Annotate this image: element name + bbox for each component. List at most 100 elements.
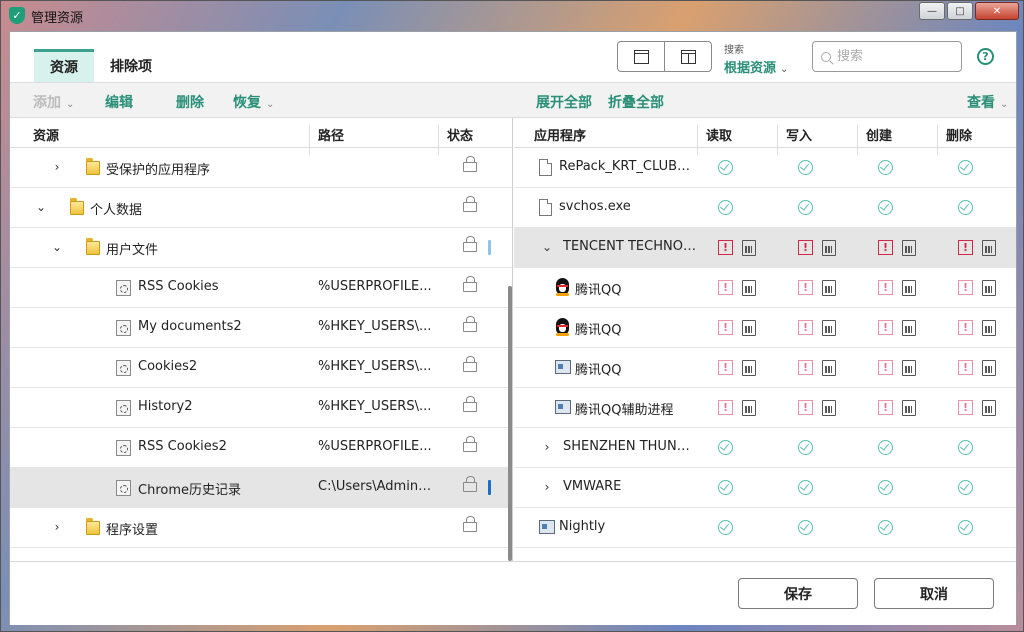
application-row[interactable]: ⌄ TENCENT TECHNOL...!!!! [514,228,1016,268]
statistics-icon[interactable] [902,240,916,256]
allowed-check-icon[interactable] [718,200,733,215]
tab-exclusions[interactable]: 排除项 [94,49,168,82]
column-create[interactable]: 创建 [866,125,892,144]
delete-button[interactable]: 删除 [176,92,204,112]
application-row[interactable]: › SHENZHEN THUND... [514,428,1016,468]
tab-resources[interactable]: 资源 [34,49,94,82]
application-row[interactable]: 腾讯QQ辅助进程!!!! [514,388,1016,428]
allowed-check-icon[interactable] [878,480,893,495]
alert-icon[interactable]: ! [958,240,973,255]
cancel-button[interactable]: 取消 [874,578,994,609]
chevron-right-icon[interactable]: › [50,160,64,174]
allowed-check-icon[interactable] [958,520,973,535]
search-input[interactable] [837,49,947,64]
alert-icon[interactable]: ! [878,320,893,335]
chevron-down-icon[interactable]: ⌄ [34,200,48,214]
resource-row[interactable]: Chrome历史记录 C:\Users\Admini... [10,468,512,508]
alert-icon[interactable]: ! [798,400,813,415]
alert-icon[interactable]: ! [798,320,813,335]
column-delete[interactable]: 删除 [946,125,972,144]
search-scope-dropdown[interactable]: 根据资源 ⌄ [724,57,788,76]
column-read[interactable]: 读取 [706,125,732,144]
alert-icon[interactable]: ! [718,280,733,295]
allowed-check-icon[interactable] [718,160,733,175]
alert-icon[interactable]: ! [958,360,973,375]
edit-button[interactable]: 编辑 [105,92,133,112]
column-application[interactable]: 应用程序 [534,125,586,144]
statistics-icon[interactable] [902,320,916,336]
column-status[interactable]: 状态 [447,125,473,144]
statistics-icon[interactable] [742,320,756,336]
column-path[interactable]: 路径 [318,125,344,144]
allowed-check-icon[interactable] [798,160,813,175]
chevron-right-icon[interactable]: › [540,440,554,454]
resources-scrollbar-thumb[interactable] [508,286,512,561]
add-button[interactable]: 添加 ⌄ [33,92,74,112]
alert-icon[interactable]: ! [798,360,813,375]
alert-icon[interactable]: ! [718,400,733,415]
resource-row[interactable]: › 受保护的应用程序 [10,148,512,188]
statistics-icon[interactable] [982,320,996,336]
allowed-check-icon[interactable] [798,480,813,495]
help-icon[interactable]: ? [977,48,994,65]
close-button[interactable]: ✕ [975,2,1019,20]
alert-icon[interactable]: ! [718,320,733,335]
alert-icon[interactable]: ! [958,280,973,295]
statistics-icon[interactable] [902,280,916,296]
minimize-button[interactable]: — [919,2,945,20]
view-menu-button[interactable]: 查看 ⌄ [967,92,1008,112]
statistics-icon[interactable] [822,280,836,296]
application-row[interactable]: Nightly [514,508,1016,548]
chevron-right-icon[interactable]: › [50,520,64,534]
resource-row[interactable]: RSS Cookies2 %USERPROFILE... [10,428,512,468]
statistics-icon[interactable] [982,240,996,256]
resource-row[interactable]: › 程序设置 [10,508,512,548]
column-resource[interactable]: 资源 [33,125,59,144]
statistics-icon[interactable] [982,280,996,296]
application-row[interactable]: RePack_KRT_CLUB_3.... [514,148,1016,188]
collapse-all-button[interactable]: 折叠全部 [608,92,664,112]
allowed-check-icon[interactable] [878,440,893,455]
allowed-check-icon[interactable] [958,160,973,175]
allowed-check-icon[interactable] [798,440,813,455]
alert-icon[interactable]: ! [878,400,893,415]
title-bar[interactable]: ✓ 管理资源 — □ ✕ [1,1,1024,31]
statistics-icon[interactable] [822,240,836,256]
statistics-icon[interactable] [822,320,836,336]
search-scope[interactable]: 搜索 根据资源 ⌄ [724,41,788,76]
chevron-right-icon[interactable]: › [540,480,554,494]
alert-icon[interactable]: ! [798,280,813,295]
application-row[interactable]: 腾讯QQ!!!! [514,308,1016,348]
chevron-down-icon[interactable]: ⌄ [50,240,64,254]
statistics-icon[interactable] [982,360,996,376]
application-row[interactable]: svchos.exe [514,188,1016,228]
allowed-check-icon[interactable] [878,520,893,535]
statistics-icon[interactable] [742,360,756,376]
allowed-check-icon[interactable] [958,200,973,215]
alert-icon[interactable]: ! [958,320,973,335]
statistics-icon[interactable] [822,360,836,376]
allowed-check-icon[interactable] [718,440,733,455]
column-write[interactable]: 写入 [786,125,812,144]
save-button[interactable]: 保存 [738,578,858,609]
statistics-icon[interactable] [742,400,756,416]
chevron-down-icon[interactable]: ⌄ [540,240,554,254]
statistics-icon[interactable] [742,280,756,296]
allowed-check-icon[interactable] [958,480,973,495]
statistics-icon[interactable] [902,400,916,416]
statistics-icon[interactable] [742,240,756,256]
application-row[interactable]: 腾讯QQ!!!! [514,348,1016,388]
allowed-check-icon[interactable] [958,440,973,455]
allowed-check-icon[interactable] [798,200,813,215]
alert-icon[interactable]: ! [878,280,893,295]
single-pane-view-button[interactable] [618,42,665,71]
alert-icon[interactable]: ! [718,360,733,375]
alert-icon[interactable]: ! [718,240,733,255]
restore-button[interactable]: 恢复 ⌄ [233,92,274,112]
application-row[interactable]: › VMWARE [514,468,1016,508]
allowed-check-icon[interactable] [878,200,893,215]
alert-icon[interactable]: ! [878,360,893,375]
statistics-icon[interactable] [902,360,916,376]
resource-row[interactable]: ⌄ 个人数据 [10,188,512,228]
allowed-check-icon[interactable] [718,520,733,535]
